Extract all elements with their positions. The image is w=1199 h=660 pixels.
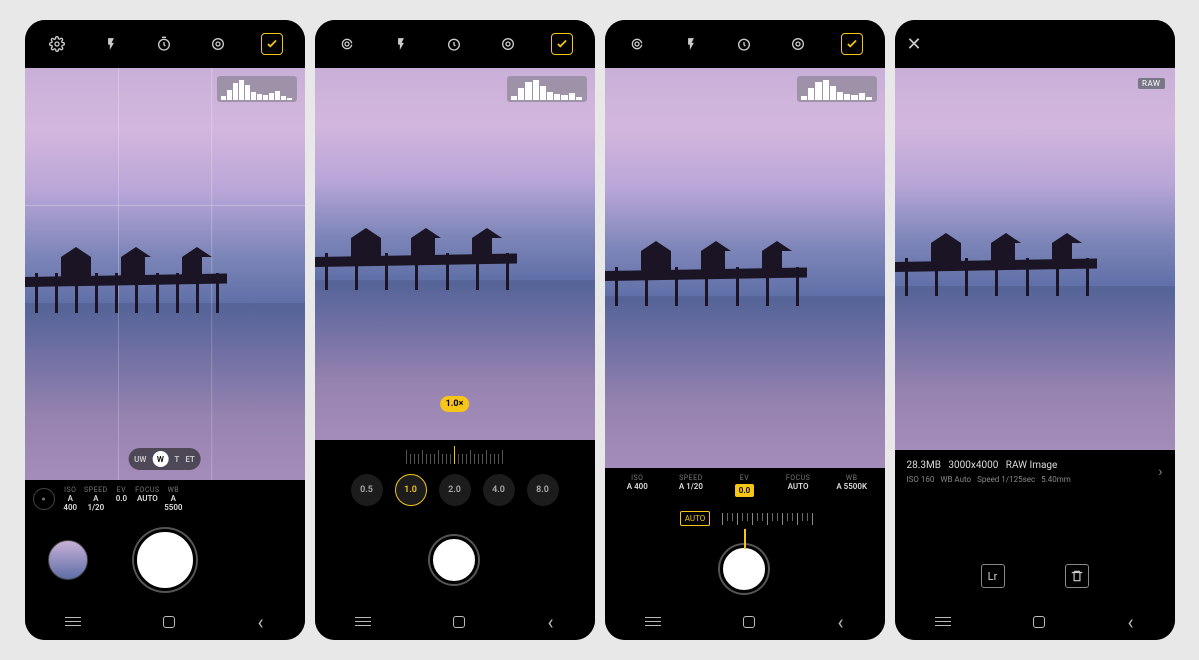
nav-home[interactable]	[453, 616, 465, 628]
lens-uw[interactable]: UW	[134, 455, 146, 464]
viewfinder[interactable]: UW W T ET	[25, 68, 305, 480]
nav-back[interactable]	[257, 610, 263, 634]
gear-icon[interactable]	[336, 33, 358, 55]
param-focus[interactable]: FOCUSAUTO	[773, 474, 823, 497]
review-actions: Lr	[895, 494, 1175, 604]
param-iso[interactable]: ISOA 400	[613, 474, 663, 497]
gallery-thumbnail[interactable]	[48, 540, 88, 580]
gear-icon[interactable]	[46, 33, 68, 55]
lens-et[interactable]: ET	[185, 455, 195, 464]
viewfinder[interactable]: 1.0×	[315, 68, 595, 440]
pro-params: ISOA 400 SPEEDA 1/20 EV0.0 FOCUSAUTO WBA…	[605, 468, 885, 501]
param-ev[interactable]: EV0.0	[112, 486, 132, 512]
shutter-row	[25, 516, 305, 604]
lens-w[interactable]: W	[152, 451, 168, 467]
zoom-4-0[interactable]: 4.0	[483, 474, 515, 506]
metering-icon[interactable]	[787, 33, 809, 55]
screenshots-row: UW W T ET ● ISOA 400 SPEEDA 1/20 EV0.0 F…	[25, 12, 1175, 648]
gear-icon[interactable]	[626, 33, 648, 55]
param-wb[interactable]: WBA 5500	[164, 486, 184, 512]
chevron-right-icon[interactable]: ›	[1158, 464, 1162, 480]
nav-back[interactable]	[1127, 610, 1133, 634]
android-navbar	[605, 604, 885, 640]
ev-slider[interactable]: AUTO	[605, 501, 885, 534]
screen-4-review: ✕ RAW 28.3MB 3000x4000 RAW Image ISO 160…	[895, 20, 1175, 640]
image-metadata[interactable]: 28.3MB 3000x4000 RAW Image ISO 160 WB Au…	[895, 450, 1175, 494]
zoom-strip[interactable]: 0.5 1.0 2.0 4.0 8.0	[315, 440, 595, 516]
lens-t[interactable]: T	[174, 455, 179, 464]
nav-recents[interactable]	[65, 621, 81, 623]
nav-recents[interactable]	[355, 621, 371, 623]
param-speed[interactable]: SPEEDA 1/20	[666, 474, 716, 497]
histogram	[507, 76, 587, 102]
screen-2-zoom: 1.0× 0.5 1.0 2.0 4.0 8.0	[315, 20, 595, 640]
screen-1-pro-camera: UW W T ET ● ISOA 400 SPEEDA 1/20 EV0.0 F…	[25, 20, 305, 640]
meta-line-2: ISO 160 WB Auto Speed 1/125sec 5.40mm	[907, 475, 1071, 484]
shutter-row	[315, 516, 595, 604]
nav-home[interactable]	[743, 616, 755, 628]
nav-recents[interactable]	[645, 621, 661, 623]
raw-badge: RAW	[1138, 78, 1164, 89]
raw-toggle-icon[interactable]	[261, 33, 283, 55]
af-lock-button[interactable]: ●	[33, 488, 55, 510]
ev-auto-button[interactable]: AUTO	[680, 511, 711, 526]
zoom-0-5[interactable]: 0.5	[351, 474, 383, 506]
nav-back[interactable]	[837, 610, 843, 634]
android-navbar	[25, 604, 305, 640]
histogram	[217, 76, 297, 102]
zoom-presets: 0.5 1.0 2.0 4.0 8.0	[315, 474, 595, 506]
zoom-2-0[interactable]: 2.0	[439, 474, 471, 506]
lens-selector[interactable]: UW W T ET	[128, 448, 201, 470]
ev-indicator	[744, 529, 746, 549]
flash-icon[interactable]	[100, 33, 122, 55]
metering-icon[interactable]	[207, 33, 229, 55]
shutter-button[interactable]	[430, 536, 478, 584]
android-navbar	[315, 604, 595, 640]
close-icon[interactable]: ✕	[907, 34, 922, 55]
zoom-1-0[interactable]: 1.0	[395, 474, 427, 506]
flash-icon[interactable]	[680, 33, 702, 55]
zoom-value-bubble: 1.0×	[440, 396, 470, 412]
timer-icon[interactable]	[443, 33, 465, 55]
pro-params: ● ISOA 400 SPEEDA 1/20 EV0.0 FOCUSAUTO W…	[25, 480, 305, 516]
param-wb[interactable]: WBA 5500K	[827, 474, 877, 497]
raw-toggle-icon[interactable]	[551, 33, 573, 55]
top-toolbar	[315, 20, 595, 68]
zoom-ruler[interactable]	[315, 448, 595, 464]
param-iso[interactable]: ISOA 400	[61, 486, 81, 512]
zoom-8-0[interactable]: 8.0	[527, 474, 559, 506]
param-speed[interactable]: SPEEDA 1/20	[84, 486, 108, 512]
nav-recents[interactable]	[935, 621, 951, 623]
screen-3-ev: ISOA 400 SPEEDA 1/20 EV0.0 FOCUSAUTO WBA…	[605, 20, 885, 640]
timer-icon[interactable]	[733, 33, 755, 55]
timer-icon[interactable]	[153, 33, 175, 55]
metering-icon[interactable]	[497, 33, 519, 55]
lightroom-export-icon[interactable]: Lr	[981, 564, 1005, 588]
param-focus[interactable]: FOCUSAUTO	[135, 486, 159, 512]
android-navbar	[895, 604, 1175, 640]
histogram	[797, 76, 877, 102]
raw-toggle-icon[interactable]	[841, 33, 863, 55]
photo-preview[interactable]: RAW	[895, 68, 1175, 450]
nav-back[interactable]	[547, 610, 553, 634]
shutter-button[interactable]	[720, 545, 768, 593]
meta-line-1: 28.3MB 3000x4000 RAW Image	[907, 460, 1071, 471]
trash-icon[interactable]	[1065, 564, 1089, 588]
spacer	[242, 540, 282, 580]
top-toolbar	[25, 20, 305, 68]
review-topbar: ✕	[895, 20, 1175, 68]
viewfinder[interactable]	[605, 68, 885, 468]
top-toolbar	[605, 20, 885, 68]
flash-icon[interactable]	[390, 33, 412, 55]
nav-home[interactable]	[163, 616, 175, 628]
param-ev[interactable]: EV0.0	[720, 474, 770, 497]
nav-home[interactable]	[1033, 616, 1045, 628]
shutter-button[interactable]	[134, 529, 196, 591]
scene-pier	[25, 245, 227, 303]
